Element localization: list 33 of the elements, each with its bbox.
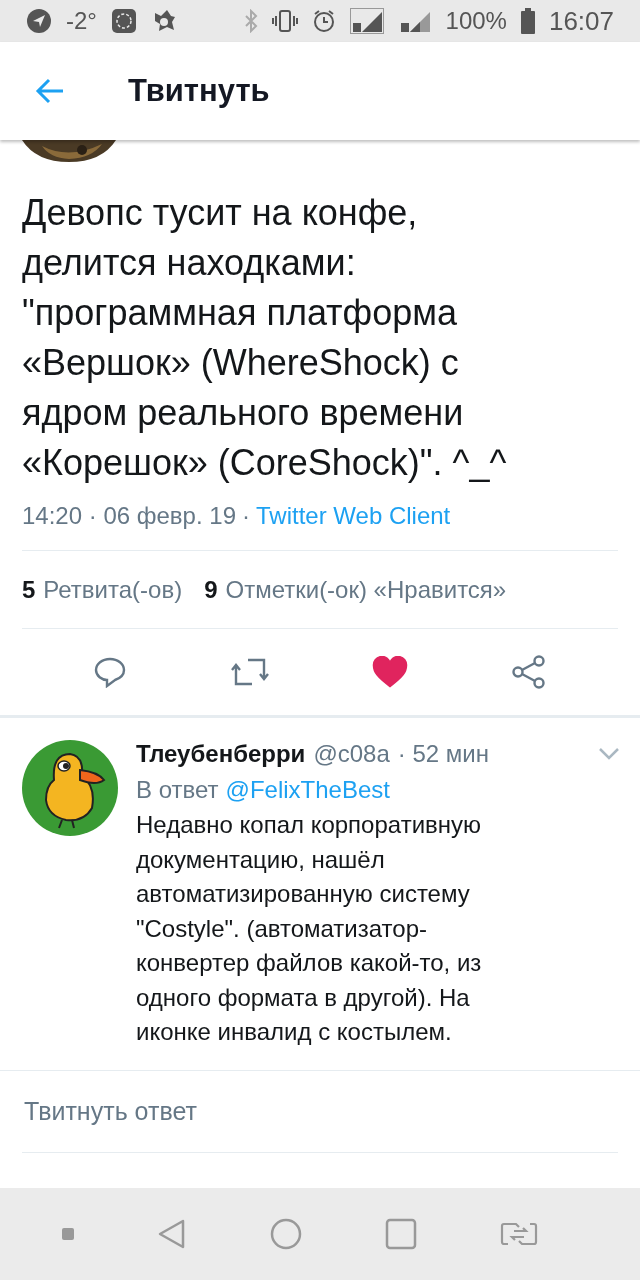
switch-icon[interactable] <box>500 1220 539 1248</box>
bluetooth-icon <box>243 9 258 33</box>
source-link[interactable]: Twitter Web Client <box>256 502 451 530</box>
home-icon[interactable] <box>269 1218 302 1250</box>
battery-icon <box>520 8 535 34</box>
location-icon <box>26 8 52 34</box>
dot-icon[interactable] <box>61 1228 74 1240</box>
retweet-label[interactable]: Ретвита(-ов) <box>43 575 183 604</box>
battery-percent: 100% <box>445 7 507 35</box>
author-name[interactable]: Тлеубенберри <box>136 740 306 768</box>
mention-link[interactable]: @FelixTheBest <box>225 776 390 804</box>
chevron-down-icon[interactable] <box>598 747 620 761</box>
like-count: 9 <box>204 575 218 604</box>
back-arrow-icon[interactable] <box>35 78 65 104</box>
reply-time: · 52 мин <box>397 740 489 768</box>
like-label[interactable]: Отметки(-ок) «Нравится» <box>225 575 507 604</box>
reply-to-label: В ответ <box>136 776 219 804</box>
tweet-timestamp: 14:20 · 06 февр. 19 <box>22 502 236 530</box>
alarm-icon <box>311 9 336 33</box>
author-handle: @c08a <box>313 740 390 768</box>
separator-text: · <box>242 502 250 530</box>
retweet-count: 5 <box>22 575 36 604</box>
recents-icon[interactable] <box>385 1218 418 1250</box>
tweet-text: Девопс тусит на конфе, делится находками: "программная платформа «Вершок» (WhereShock) с ядром реального времени «Корешок» (CoreShock)". ^_^ <box>22 191 508 485</box>
reply-text: Недавно копал корпоративную документацию, нашёл автоматизированную систему "Costyle". (автоматизатор-конвертер файлов какой-то, из одного формата в другой). На иконке инвалид с костылем. <box>136 810 483 1047</box>
app-icon <box>110 8 137 34</box>
signal-icon <box>349 8 384 34</box>
back-icon[interactable] <box>156 1218 187 1250</box>
avatar-icon <box>22 740 118 836</box>
clock-text: 16:07 <box>548 5 614 37</box>
vibrate-icon <box>271 9 298 33</box>
page-title: Твитнуть <box>128 73 270 109</box>
temperature-text: -2° <box>66 7 97 35</box>
